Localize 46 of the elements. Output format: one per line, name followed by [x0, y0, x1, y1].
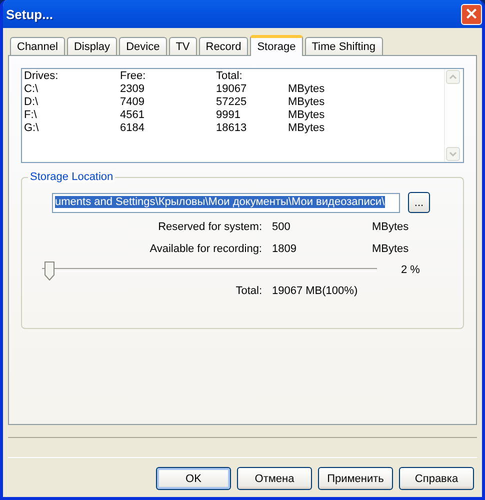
list-cell-text: MBytes	[288, 96, 326, 109]
list-cell-text: F:\	[24, 109, 38, 122]
list-cell-text: 19067	[216, 83, 248, 96]
dialog-button[interactable]: Отмена	[237, 467, 312, 490]
total-label: Total:	[234, 285, 262, 297]
field-value: 500	[272, 221, 292, 233]
unit-label: MBytes	[372, 243, 410, 255]
list-cell-text: MBytes	[288, 122, 326, 135]
tab[interactable]: Display	[66, 37, 118, 55]
dialog-button[interactable]: Применить	[318, 467, 393, 490]
unit-label: MBytes	[372, 221, 410, 233]
close-button[interactable]: ×	[461, 4, 482, 24]
list-cell-text: MBytes	[288, 109, 326, 122]
field-label: Available for recording:	[148, 243, 262, 255]
tab[interactable]: TV	[168, 37, 197, 55]
dialog-button[interactable]: Справка	[399, 467, 474, 490]
field-label: Reserved for system:	[157, 221, 262, 233]
list-cell-text: G:\	[24, 122, 40, 135]
list-cell-text: MBytes	[288, 83, 326, 96]
list-cell-text: 18613	[216, 122, 248, 135]
percent-slider[interactable]	[42, 261, 377, 279]
list-cell-text: 57225	[216, 96, 248, 109]
group-title: Storage Location	[28, 171, 116, 183]
list-cell-text: 4561	[120, 109, 146, 122]
tab[interactable]: Record	[198, 37, 248, 55]
browse-button[interactable]: ...	[408, 192, 430, 213]
list-cell-text: C:\	[24, 83, 40, 96]
tab[interactable]: Channel	[10, 37, 65, 55]
column-header: Total:	[216, 70, 244, 83]
window-title: Setup...	[6, 6, 53, 22]
list-cell-text: 6184	[120, 122, 146, 135]
tab[interactable]: Device	[119, 37, 167, 55]
column-header: Drives:	[24, 70, 60, 83]
field-value: 1809	[272, 243, 298, 255]
list-cell-text: D:\	[24, 96, 40, 109]
list-cell-text: 7409	[120, 96, 146, 109]
column-header: Free:	[120, 70, 147, 83]
percent-reading: 2 %	[401, 264, 420, 276]
dialog-button[interactable]: OK	[156, 467, 231, 490]
list-cell-text: 9991	[216, 109, 242, 122]
total-value: 19067 MB(100%)	[272, 285, 359, 297]
tab[interactable]: Time Shifting	[304, 37, 383, 55]
path-field[interactable]: uments and Settings\Крыловы\Мои документы\Мои видеозаписи\	[52, 192, 400, 212]
tab[interactable]: Storage	[250, 35, 303, 56]
slider-thumb[interactable]	[44, 261, 55, 281]
list-cell-text: 2309	[120, 83, 146, 96]
